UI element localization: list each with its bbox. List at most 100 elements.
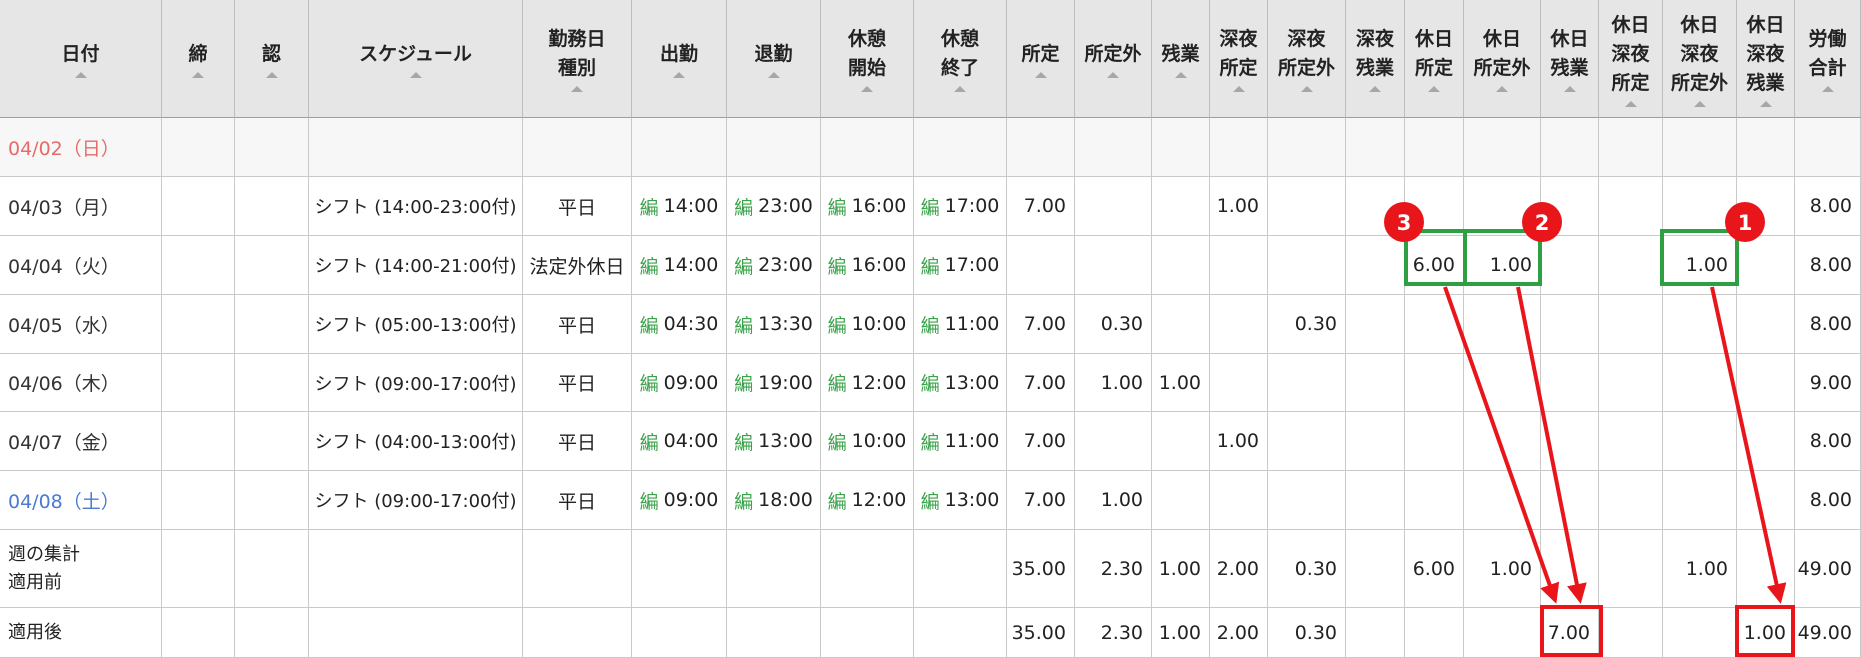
column-header-reg[interactable]: 所定 (1007, 0, 1075, 118)
sort-arrow-icon[interactable] (74, 71, 87, 78)
column-header-out[interactable]: 退勤 (727, 0, 821, 118)
sort-arrow-icon[interactable] (1174, 71, 1187, 78)
summary-label: 週の集計 (8, 543, 80, 565)
sort-arrow-icon[interactable] (265, 71, 278, 78)
column-header-label: 労働 合計 (1808, 28, 1847, 79)
summary-empty-cell (632, 530, 727, 608)
time-value[interactable]: 10:00 (852, 430, 907, 452)
sort-arrow-icon[interactable] (1693, 100, 1706, 107)
sort-arrow-icon[interactable] (954, 86, 966, 92)
edited-mark-icon: 編 (920, 373, 940, 395)
edited-mark-icon: 編 (639, 314, 659, 337)
column-header-close[interactable]: 締 (162, 0, 235, 118)
edited-mark-icon: 編 (639, 373, 659, 395)
table-cell-bstart: 編 10:00 (821, 412, 914, 471)
column-header-daytype[interactable]: 勤務日 種別 (523, 0, 632, 118)
sort-arrow-icon[interactable] (1300, 86, 1313, 92)
column-header-n_reg[interactable]: 深夜 所定 (1210, 0, 1268, 118)
time-value[interactable]: 09:00 (664, 489, 719, 511)
table-cell-hn_nonreg (1663, 177, 1737, 236)
hours-value: 7.00 (1023, 430, 1066, 452)
summary-hours-value: 2.30 (1100, 557, 1143, 580)
date-link[interactable]: 04/07（金） (8, 428, 120, 455)
time-value[interactable]: 11:00 (945, 430, 1000, 452)
schedule-text: シフト (09:00-17:00付) (314, 373, 517, 395)
sort-arrow-icon[interactable] (1821, 86, 1834, 92)
date-link[interactable]: 04/02（日） (8, 134, 120, 161)
table-cell-close (162, 471, 235, 530)
sort-arrow-icon[interactable] (861, 86, 873, 92)
time-value[interactable]: 11:00 (945, 313, 1000, 335)
column-header-hn_ot[interactable]: 休日 深夜 残業 (1737, 0, 1795, 118)
time-value[interactable]: 10:00 (852, 313, 907, 335)
date-link[interactable]: 04/04（火） (8, 252, 120, 279)
sort-arrow-icon[interactable] (1107, 71, 1119, 78)
sort-arrow-icon[interactable] (1034, 71, 1047, 78)
time-value[interactable]: 14:00 (664, 195, 719, 217)
time-value[interactable]: 17:00 (945, 254, 1000, 276)
time-value[interactable]: 18:00 (758, 489, 813, 511)
sort-arrow-icon[interactable] (409, 71, 422, 78)
column-header-hn_nonreg[interactable]: 休日 深夜 所定外 (1663, 0, 1737, 118)
summary-cell-h_nonreg (1464, 608, 1541, 658)
column-header-bstart[interactable]: 休憩 開始 (821, 0, 914, 118)
time-value[interactable]: 23:00 (758, 254, 813, 276)
date-link[interactable]: 04/06（木） (8, 369, 120, 396)
time-value[interactable]: 19:00 (758, 372, 813, 394)
date-link[interactable]: 04/03（月） (8, 193, 120, 220)
summary-cell-nonreg: 2.30 (1075, 530, 1152, 608)
time-value[interactable]: 16:00 (852, 254, 907, 276)
table-cell-bstart: 編 16:00 (821, 236, 914, 295)
time-value[interactable]: 04:00 (664, 430, 719, 452)
column-header-label: 休日 所定外 (1473, 28, 1531, 79)
column-header-n_nonreg[interactable]: 深夜 所定外 (1268, 0, 1346, 118)
sort-arrow-icon[interactable] (1563, 86, 1576, 92)
time-value[interactable]: 23:00 (758, 195, 813, 217)
table-cell-total (1795, 118, 1861, 177)
column-header-h_ot[interactable]: 休日 残業 (1541, 0, 1599, 118)
time-value[interactable]: 09:00 (664, 372, 719, 394)
column-header-approve[interactable]: 認 (235, 0, 309, 118)
sort-arrow-icon[interactable] (1232, 86, 1245, 92)
edited-mark-icon: 編 (639, 196, 659, 219)
time-value[interactable]: 14:00 (664, 254, 719, 276)
table-cell-in: 編 04:00 (632, 412, 727, 471)
summary-cell-ot: 1.00 (1152, 608, 1210, 658)
column-header-h_nonreg[interactable]: 休日 所定外 (1464, 0, 1541, 118)
sort-arrow-icon[interactable] (1759, 100, 1772, 107)
time-value[interactable]: 12:00 (852, 372, 907, 394)
date-link[interactable]: 04/08（土） (8, 487, 120, 514)
column-header-nonreg[interactable]: 所定外 (1075, 0, 1152, 118)
table-cell-schedule: シフト (04:00-13:00付) (309, 412, 523, 471)
time-value[interactable]: 13:30 (758, 313, 813, 335)
hours-value: 7.00 (1023, 371, 1066, 394)
sort-arrow-icon[interactable] (1428, 86, 1440, 92)
table-cell-n_nonreg (1268, 236, 1346, 295)
column-header-n_ot[interactable]: 深夜 残業 (1346, 0, 1405, 118)
column-header-h_reg[interactable]: 休日 所定 (1405, 0, 1464, 118)
column-header-bend[interactable]: 休憩 終了 (914, 0, 1007, 118)
column-header-hn_reg[interactable]: 休日 深夜 所定 (1599, 0, 1663, 118)
time-value[interactable]: 16:00 (852, 195, 907, 217)
sort-arrow-icon[interactable] (1496, 86, 1508, 92)
sort-arrow-icon[interactable] (767, 71, 780, 78)
time-value[interactable]: 13:00 (945, 489, 1000, 511)
column-header-date[interactable]: 日付 (0, 0, 162, 118)
column-header-ot[interactable]: 残業 (1152, 0, 1210, 118)
sort-arrow-icon[interactable] (571, 86, 583, 92)
sort-arrow-icon[interactable] (673, 71, 685, 78)
time-value[interactable]: 13:00 (758, 430, 813, 452)
day-type-text: 平日 (557, 490, 596, 513)
column-header-in[interactable]: 出勤 (632, 0, 727, 118)
column-header-total[interactable]: 労働 合計 (1795, 0, 1861, 118)
sort-arrow-icon[interactable] (192, 71, 204, 78)
sort-arrow-icon[interactable] (1624, 100, 1637, 107)
time-value[interactable]: 13:00 (945, 372, 1000, 394)
sort-arrow-icon[interactable] (1369, 86, 1381, 92)
column-header-schedule[interactable]: スケジュール (309, 0, 523, 118)
time-value[interactable]: 04:30 (664, 313, 719, 335)
date-link[interactable]: 04/05（水） (8, 311, 120, 338)
summary-empty-cell (162, 530, 235, 608)
time-value[interactable]: 17:00 (945, 195, 1000, 217)
time-value[interactable]: 12:00 (852, 489, 907, 511)
